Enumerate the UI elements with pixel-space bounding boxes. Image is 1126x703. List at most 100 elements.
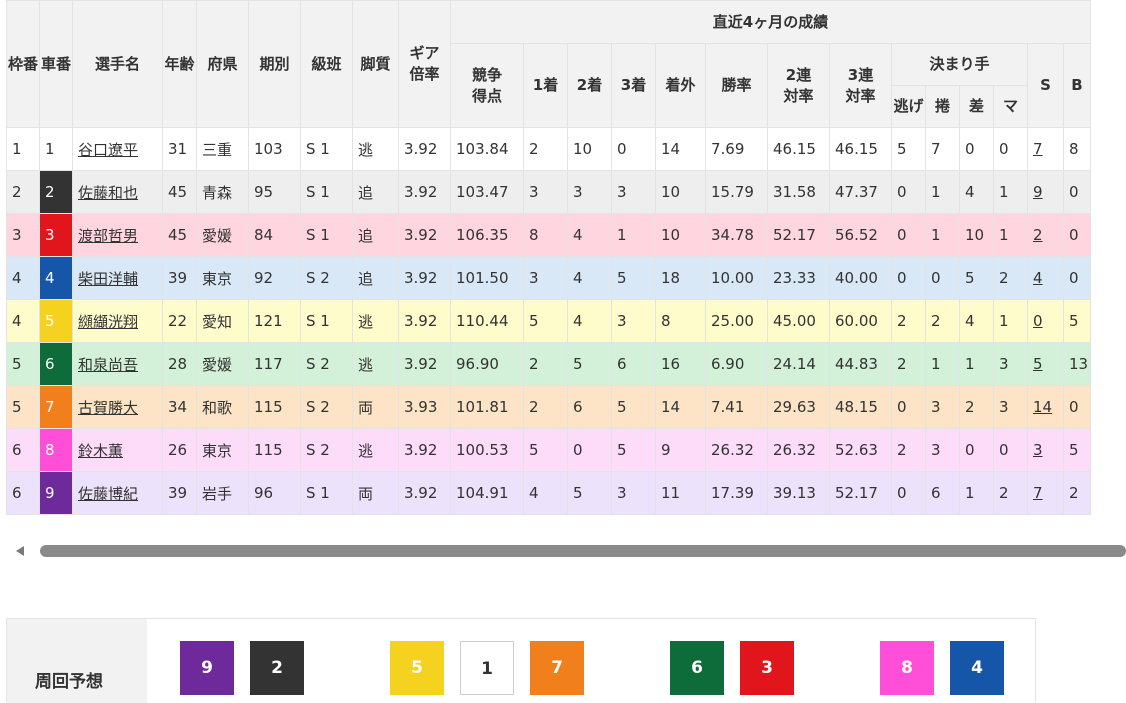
forecast-chip: 1	[460, 641, 514, 695]
racer-name-link[interactable]: 渡部哲男	[78, 227, 138, 245]
s-count-link[interactable]: 9	[1033, 183, 1043, 201]
s-count-link[interactable]: 2	[1033, 226, 1043, 244]
racer-table: 枠番 車番 選手名 年齢 府県 期別 級班 脚質 ギア倍率 直近4ヶ月の成績 競…	[6, 0, 1091, 515]
cell-pref: 愛媛	[196, 213, 249, 257]
cell-r2: 31.58	[767, 170, 830, 214]
scrollbar-thumb[interactable]	[40, 545, 1126, 557]
forecast-chip: 5	[390, 641, 444, 695]
cell-sashi: 1	[959, 342, 994, 386]
header-prefecture: 府県	[196, 0, 249, 128]
cell-name: 纐纈洸翔	[72, 299, 163, 343]
cell-nige: 0	[891, 256, 926, 300]
cell-b: 13	[1063, 342, 1091, 386]
cell-first: 8	[523, 213, 568, 257]
cell-third: 0	[611, 127, 656, 171]
header-rank: 級班	[300, 0, 353, 128]
s-count-link[interactable]: 0	[1033, 312, 1043, 330]
forecast-chip: 2	[250, 641, 304, 695]
cell-sashi: 0	[959, 428, 994, 472]
table-row: 6 8 鈴木薫 26 東京 115 S 2 逃 3.92 100.53 5 0 5 9 26.32 26.32…	[6, 428, 1091, 472]
cell-first: 2	[523, 342, 568, 386]
cell-b: 0	[1063, 170, 1091, 214]
cell-rank: S 1	[300, 213, 353, 257]
cell-r2: 52.17	[767, 213, 830, 257]
cell-makuri: 0	[925, 256, 960, 300]
cell-third: 1	[611, 213, 656, 257]
cell-name: 佐藤和也	[72, 170, 163, 214]
racer-name-link[interactable]: 纐纈洸翔	[78, 313, 138, 331]
racer-name-link[interactable]: 鈴木薫	[78, 442, 123, 460]
table-row: 4 4 柴田洋輔 39 東京 92 S 2 追 3.92 101.50 3 4 5 18 10.00 23.3…	[6, 256, 1091, 300]
cell-term: 92	[248, 256, 301, 300]
cell-sashi: 5	[959, 256, 994, 300]
cell-style: 逃	[352, 127, 399, 171]
cell-r2: 29.63	[767, 385, 830, 429]
cell-makuri: 1	[925, 213, 960, 257]
cell-makuri: 1	[925, 170, 960, 214]
cell-age: 45	[162, 170, 197, 214]
cell-ma: 1	[993, 170, 1028, 214]
racer-name-link[interactable]: 古賀勝大	[78, 399, 138, 417]
s-count-link[interactable]: 7	[1033, 484, 1043, 502]
cell-sashi: 10	[959, 213, 994, 257]
header-ma: マ	[993, 85, 1028, 128]
cell-b: 0	[1063, 213, 1091, 257]
cell-sashi: 1	[959, 471, 994, 515]
s-count-link[interactable]: 5	[1033, 355, 1043, 373]
cell-r2: 39.13	[767, 471, 830, 515]
forecast-chip: 3	[740, 641, 794, 695]
forecast-chip: 9	[180, 641, 234, 695]
racer-name-link[interactable]: 谷口遼平	[78, 141, 138, 159]
header-term: 期別	[248, 0, 301, 128]
cell-r3: 47.37	[829, 170, 892, 214]
cell-name: 和泉尚吾	[72, 342, 163, 386]
cell-pref: 東京	[196, 428, 249, 472]
car-number-badge: 5	[39, 299, 73, 343]
horizontal-scrollbar[interactable]	[6, 540, 1126, 564]
cell-third: 3	[611, 170, 656, 214]
header-nige: 逃げ	[891, 85, 926, 128]
header-age: 年齢	[162, 0, 197, 128]
cell-term: 121	[248, 299, 301, 343]
cell-score: 96.90	[450, 342, 524, 386]
cell-style: 両	[352, 385, 399, 429]
cell-second: 0	[567, 428, 612, 472]
cell-s: 7	[1027, 127, 1064, 171]
cell-name: 柴田洋輔	[72, 256, 163, 300]
cell-makuri: 3	[925, 385, 960, 429]
cell-win: 17.39	[705, 471, 768, 515]
racer-name-link[interactable]: 佐藤博紀	[78, 485, 138, 503]
cell-makuri: 6	[925, 471, 960, 515]
cell-win: 7.69	[705, 127, 768, 171]
cell-age: 39	[162, 471, 197, 515]
s-count-link[interactable]: 3	[1033, 441, 1043, 459]
cell-sashi: 2	[959, 385, 994, 429]
car-number-badge: 2	[39, 170, 73, 214]
s-count-link[interactable]: 7	[1033, 140, 1043, 158]
cell-win: 15.79	[705, 170, 768, 214]
racer-name-link[interactable]: 柴田洋輔	[78, 270, 138, 288]
cell-ma: 1	[993, 299, 1028, 343]
cell-waku: 6	[6, 428, 40, 472]
cell-first: 2	[523, 127, 568, 171]
cell-style: 逃	[352, 342, 399, 386]
cell-second: 3	[567, 170, 612, 214]
cell-rank: S 1	[300, 127, 353, 171]
s-count-link[interactable]: 4	[1033, 269, 1043, 287]
cell-b: 2	[1063, 471, 1091, 515]
cell-b: 0	[1063, 385, 1091, 429]
cell-s: 3	[1027, 428, 1064, 472]
cell-nige: 0	[891, 213, 926, 257]
header-win-rate: 勝率	[705, 43, 768, 128]
cell-waku: 3	[6, 213, 40, 257]
cell-win: 25.00	[705, 299, 768, 343]
s-count-link[interactable]: 14	[1033, 398, 1052, 416]
cell-waku: 5	[6, 385, 40, 429]
cell-s: 5	[1027, 342, 1064, 386]
racer-name-link[interactable]: 佐藤和也	[78, 184, 138, 202]
cell-sashi: 0	[959, 127, 994, 171]
racer-name-link[interactable]: 和泉尚吾	[78, 356, 138, 374]
cell-name: 古賀勝大	[72, 385, 163, 429]
cell-out: 10	[655, 213, 706, 257]
scroll-left-icon[interactable]	[16, 546, 24, 556]
